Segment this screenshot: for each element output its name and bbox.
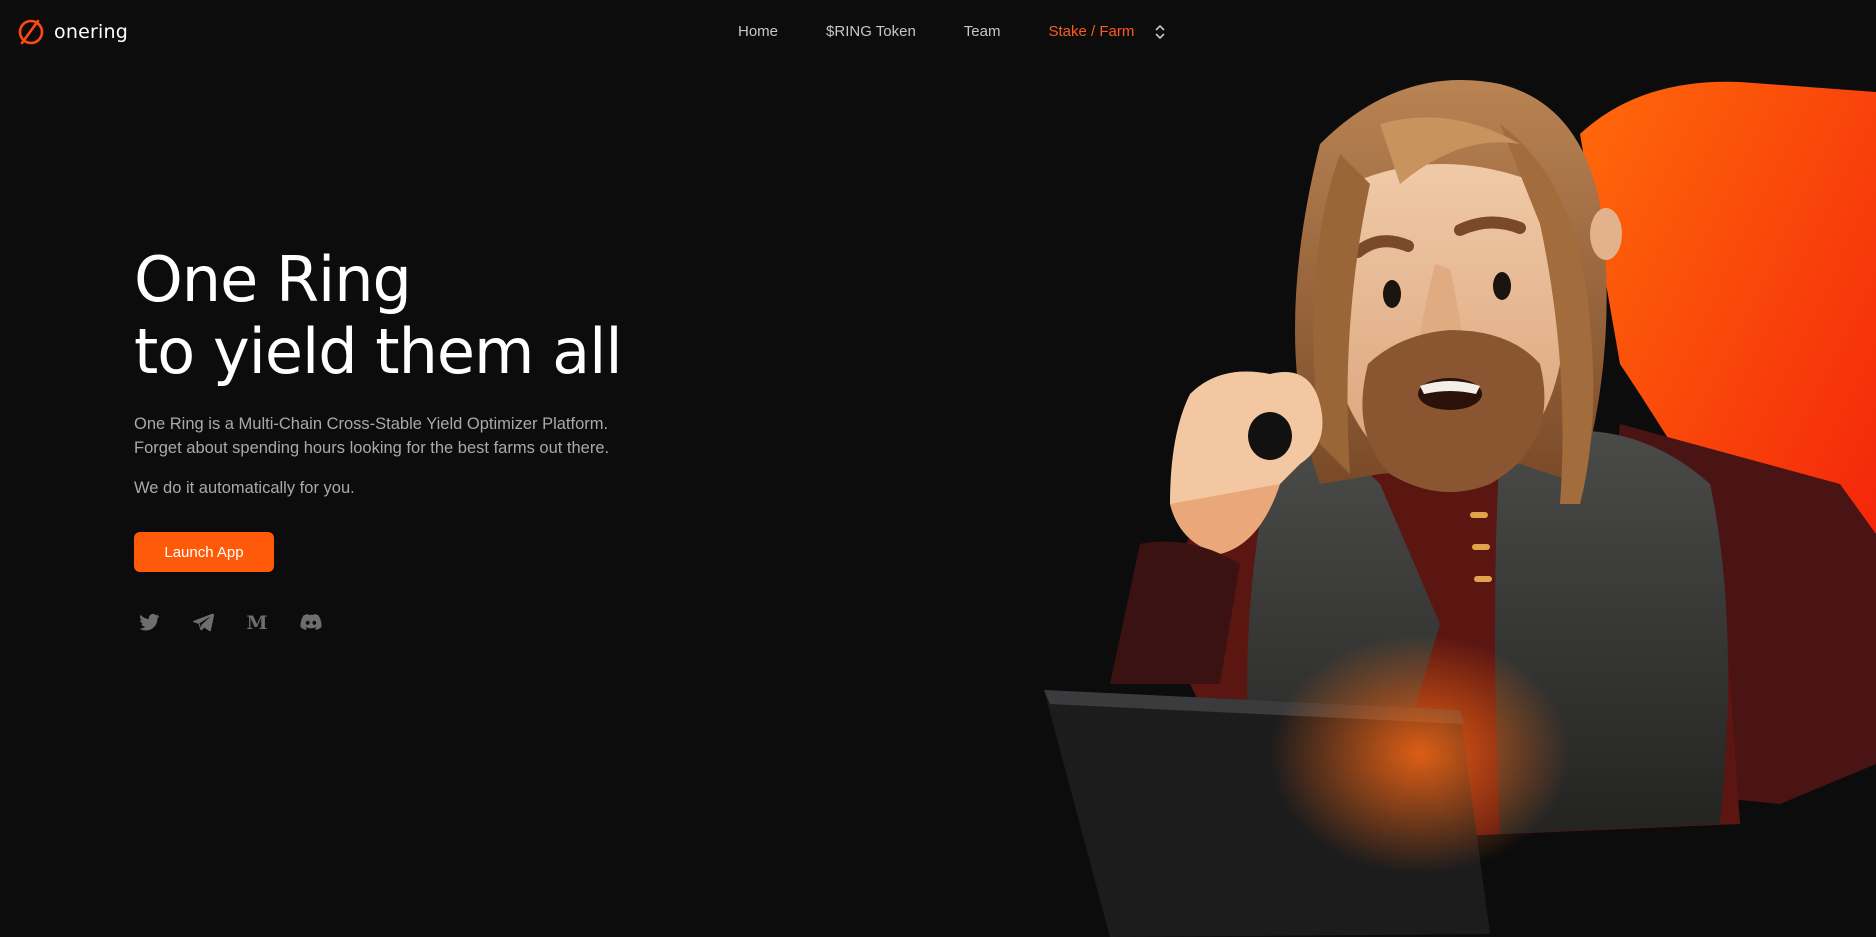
medium-icon: M <box>246 612 267 634</box>
twitter-icon <box>139 613 159 631</box>
twitter-link[interactable] <box>137 610 161 634</box>
discord-icon <box>300 614 322 630</box>
logo[interactable]: onering <box>16 18 128 46</box>
hero-note: We do it automatically for you. <box>134 479 355 497</box>
svg-text:M: M <box>246 612 267 634</box>
social-links: M <box>137 610 353 634</box>
hero-description-line-2: Forget about spending hours looking for … <box>134 439 610 457</box>
launch-app-button[interactable]: Launch App <box>134 532 274 572</box>
nav-item-team[interactable]: Team <box>964 20 1001 44</box>
telegram-icon <box>193 613 215 632</box>
site-header: onering Home $RING Token Team Stake / Fa… <box>0 0 1876 64</box>
hero-description-line-1: One Ring is a Multi-Chain Cross-Stable Y… <box>134 415 609 433</box>
hero-title: One Ring to yield them all <box>134 243 623 388</box>
medium-link[interactable]: M <box>245 610 269 634</box>
logo-wordmark: onering <box>54 21 128 43</box>
ring-logo-icon <box>18 19 44 45</box>
nav-item-home[interactable]: Home <box>738 20 778 44</box>
main-nav: Home $RING Token Team Stake / Farm <box>738 20 1166 44</box>
chevron-up-down-icon[interactable] <box>1154 22 1166 42</box>
nav-item-stake-farm[interactable]: Stake / Farm <box>1048 20 1134 44</box>
hero-description: One Ring is a Multi-Chain Cross-Stable Y… <box>134 412 609 460</box>
landing-page: onering Home $RING Token Team Stake / Fa… <box>0 0 1876 937</box>
telegram-link[interactable] <box>191 610 215 634</box>
hero-character-illustration <box>1044 80 1876 937</box>
discord-link[interactable] <box>299 610 323 634</box>
nav-item-ring-token[interactable]: $RING Token <box>826 20 916 44</box>
hero-title-line-1: One Ring <box>134 243 412 316</box>
hero-title-line-2: to yield them all <box>134 315 623 388</box>
